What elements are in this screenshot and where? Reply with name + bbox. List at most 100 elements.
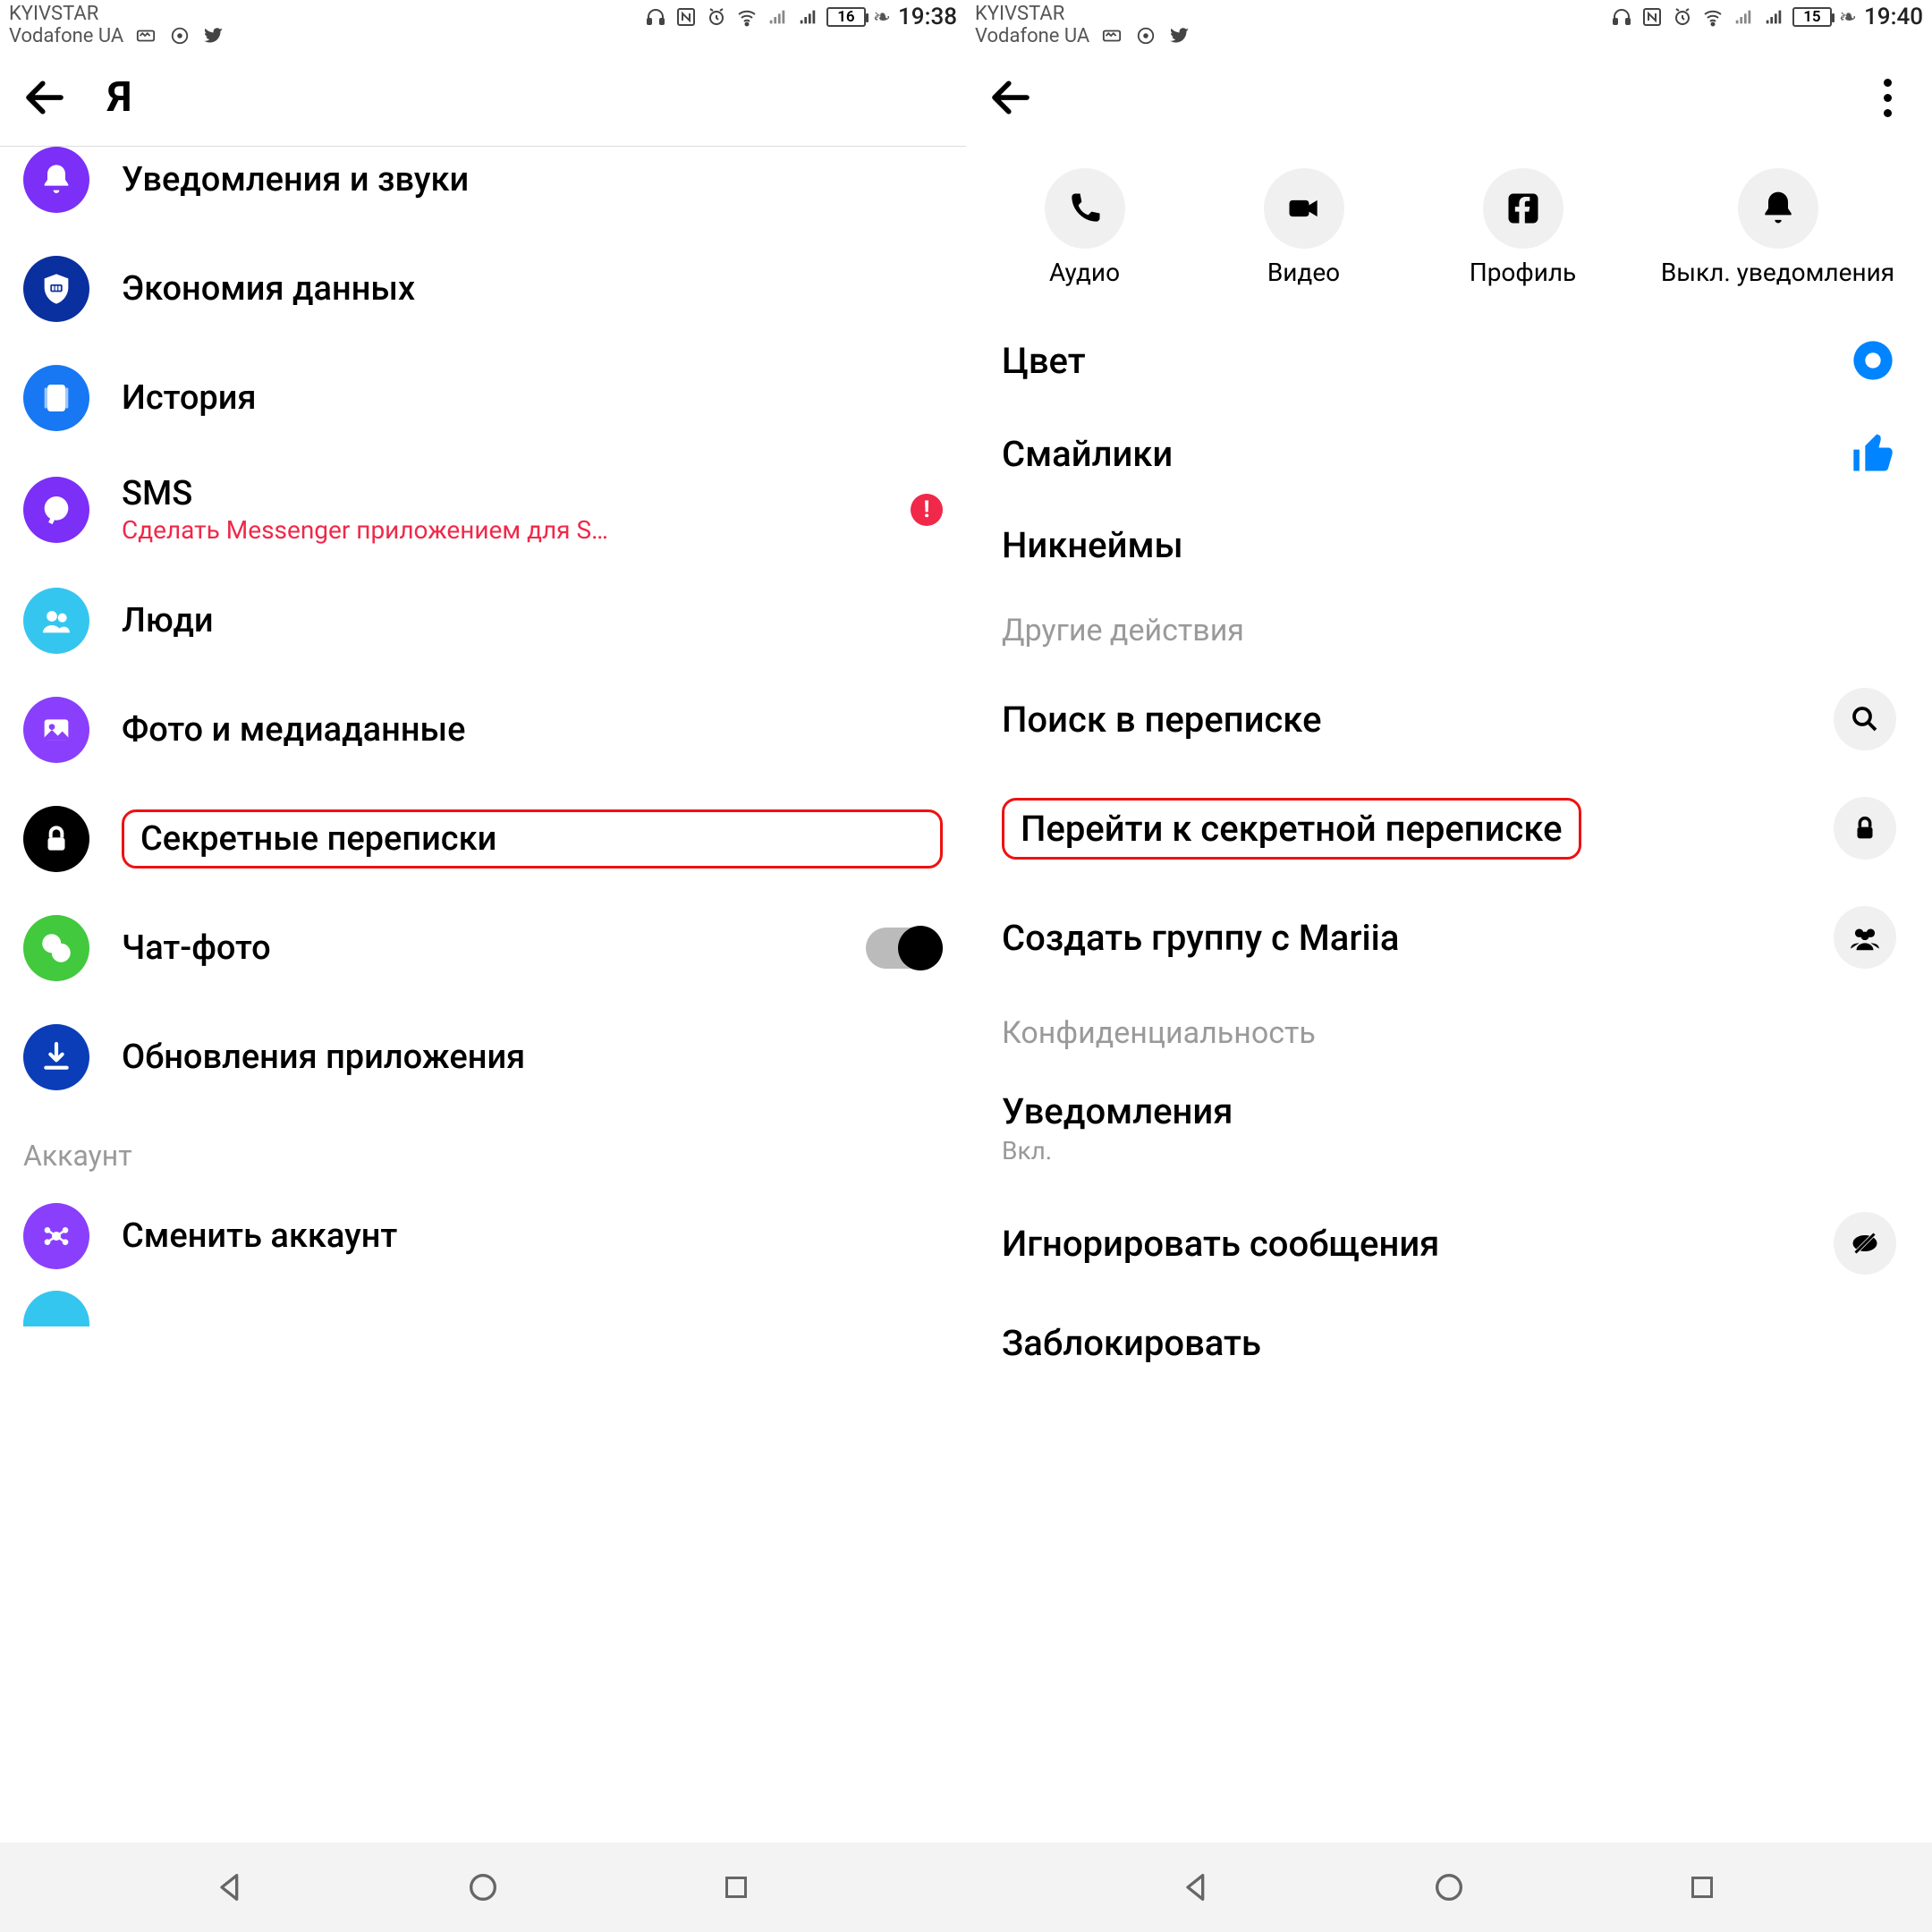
row-photos[interactable]: Фото и медиаданные [0, 675, 966, 784]
app-bar: Я [0, 48, 966, 147]
signal-2-icon [796, 5, 819, 29]
signal-1-icon [766, 5, 789, 29]
alert-badge: ! [911, 494, 943, 526]
row-search[interactable]: Поиск в переписке [966, 665, 1932, 774]
highlight-secret: Перейти к секретной переписке [1002, 798, 1581, 860]
row-label: Люди [122, 601, 943, 640]
bell-icon [23, 147, 89, 213]
nfc-icon [674, 5, 698, 29]
row-notifications[interactable]: Уведомления и звуки [0, 147, 966, 234]
ignore-icon [1834, 1212, 1896, 1275]
action-profile[interactable]: Профиль [1434, 168, 1613, 287]
row-create-group[interactable]: Создать группу с Mariia [966, 883, 1932, 992]
action-video[interactable]: Видео [1215, 168, 1394, 287]
overflow-menu-button[interactable] [1860, 71, 1914, 124]
wifi-icon [1701, 5, 1724, 29]
leaf-icon: ❧ [1839, 4, 1857, 30]
back-button[interactable] [984, 71, 1038, 124]
back-button[interactable] [18, 71, 72, 124]
row-ignore[interactable]: Игнорировать сообщения [966, 1189, 1932, 1298]
row-label: Игнорировать сообщения [1002, 1223, 1834, 1265]
page-title: Я [107, 73, 131, 122]
app-bar [966, 48, 1932, 147]
row-partial[interactable] [0, 1291, 966, 1348]
row-label: Чат-фото [122, 928, 834, 968]
chat-photo-toggle[interactable] [866, 928, 943, 969]
nfc-icon [1640, 5, 1664, 29]
lock-icon [23, 806, 89, 872]
action-label: Аудио [1049, 258, 1120, 287]
search-icon [1834, 688, 1896, 750]
row-block[interactable]: Заблокировать [966, 1298, 1932, 1387]
row-label: История [122, 378, 943, 418]
row-label: Перейти к секретной переписке [1021, 808, 1563, 850]
row-label: Создать группу с Mariia [1002, 917, 1834, 959]
status-bar: KYIVSTAR Vodafone UA [0, 0, 966, 48]
image-icon [23, 697, 89, 763]
nav-home-button[interactable] [461, 1865, 505, 1910]
alarm-icon [705, 5, 728, 29]
row-emoji[interactable]: Смайлики [966, 407, 1932, 500]
nav-back-button[interactable] [1174, 1865, 1219, 1910]
twitter-icon [1168, 24, 1191, 47]
row-label: Фото и медиаданные [122, 710, 943, 750]
section-other-actions: Другие действия [966, 589, 1932, 665]
row-go-secret[interactable]: Перейти к секретной переписке [966, 774, 1932, 883]
nav-recents-button[interactable] [1680, 1865, 1724, 1910]
row-secret-conversations[interactable]: Секретные переписки [0, 784, 966, 894]
row-switch-account[interactable]: Сменить аккаунт [0, 1182, 966, 1291]
action-mute[interactable]: Выкл. уведомления [1653, 168, 1903, 287]
row-app-updates[interactable]: Обновления приложения [0, 1003, 966, 1112]
action-audio[interactable]: Аудио [996, 168, 1174, 287]
row-label: Цвет [1002, 340, 1850, 382]
status-bar: KYIVSTAR Vodafone UA 15 [966, 0, 1932, 48]
nav-recents-button[interactable] [714, 1865, 758, 1910]
headphones-icon [1610, 5, 1633, 29]
row-sms[interactable]: SMS Сделать Messenger приложением для S…… [0, 453, 966, 566]
chrome-icon [1134, 24, 1157, 47]
chat-heads-icon [23, 915, 89, 981]
row-notifications[interactable]: Уведомления Вкл. [966, 1067, 1932, 1189]
alarm-icon [1671, 5, 1694, 29]
action-label: Выкл. уведомления [1661, 258, 1894, 287]
chrome-icon [168, 24, 191, 47]
nav-home-button[interactable] [1427, 1865, 1471, 1910]
battery-icon: 16 [826, 7, 866, 27]
status-time: 19:38 [898, 4, 957, 30]
video-icon [1264, 168, 1344, 249]
story-icon [23, 365, 89, 431]
screen-chat-details: KYIVSTAR Vodafone UA 15 [966, 0, 1932, 1843]
row-nicknames[interactable]: Никнеймы [966, 500, 1932, 589]
action-label: Видео [1267, 258, 1340, 287]
carrier-2: Vodafone UA [975, 26, 1089, 47]
carrier-2: Vodafone UA [9, 26, 123, 47]
status-time: 19:40 [1864, 4, 1923, 30]
leaf-icon: ❧ [873, 4, 891, 30]
row-chat-photo[interactable]: Чат-фото [0, 894, 966, 1003]
row-people[interactable]: Люди [0, 566, 966, 675]
bell-icon [1738, 168, 1818, 249]
screen-settings: KYIVSTAR Vodafone UA [0, 0, 966, 1843]
facebook-icon [1483, 168, 1563, 249]
partial-icon [23, 1291, 89, 1326]
activity-icon [1100, 24, 1123, 47]
carrier-1: KYIVSTAR [9, 4, 98, 24]
row-color[interactable]: Цвет [966, 314, 1932, 407]
row-label: Секретные переписки [140, 819, 496, 859]
row-subtitle: Вкл. [1002, 1136, 1896, 1165]
row-story[interactable]: История [0, 343, 966, 453]
battery-icon: 15 [1792, 7, 1832, 27]
action-label: Профиль [1470, 258, 1577, 287]
phone-icon [1045, 168, 1125, 249]
row-label: Смайлики [1002, 433, 1850, 475]
row-data-saver[interactable]: Экономия данных [0, 234, 966, 343]
system-nav-bar [0, 1843, 1932, 1932]
row-label: Обновления приложения [122, 1038, 943, 1077]
nav-back-button[interactable] [208, 1865, 253, 1910]
like-icon [1850, 430, 1896, 477]
section-privacy: Конфиденциальность [966, 992, 1932, 1067]
row-label: Уведомления и звуки [122, 160, 943, 199]
row-label: Поиск в переписке [1002, 699, 1834, 741]
wifi-icon [735, 5, 758, 29]
switch-account-icon [23, 1203, 89, 1269]
